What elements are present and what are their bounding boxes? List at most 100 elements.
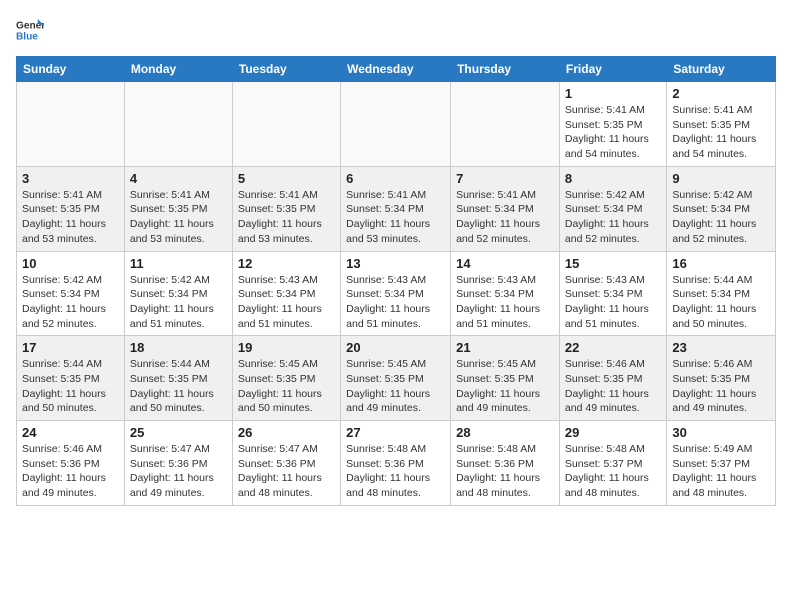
week-row-5: 24 Sunrise: 5:46 AMSunset: 5:36 PMDayligh… (17, 421, 776, 506)
day-number: 25 (130, 425, 227, 440)
day-number: 1 (565, 86, 661, 101)
weekday-header-monday: Monday (124, 57, 232, 82)
day-info: Sunrise: 5:41 AMSunset: 5:34 PMDaylight:… (456, 188, 554, 247)
calendar-cell: 12 Sunrise: 5:43 AMSunset: 5:34 PMDayligh… (232, 251, 340, 336)
day-number: 13 (346, 256, 445, 271)
day-number: 17 (22, 340, 119, 355)
day-info: Sunrise: 5:43 AMSunset: 5:34 PMDaylight:… (565, 273, 661, 332)
day-info: Sunrise: 5:43 AMSunset: 5:34 PMDaylight:… (238, 273, 335, 332)
day-number: 8 (565, 171, 661, 186)
day-info: Sunrise: 5:42 AMSunset: 5:34 PMDaylight:… (565, 188, 661, 247)
day-number: 12 (238, 256, 335, 271)
day-number: 22 (565, 340, 661, 355)
week-row-3: 10Sunrise: 5:42 AMSunset: 5:34 PMDayligh… (17, 251, 776, 336)
calendar-cell: 8 Sunrise: 5:42 AMSunset: 5:34 PMDaylight… (559, 166, 666, 251)
weekday-header-wednesday: Wednesday (341, 57, 451, 82)
calendar-cell: 10Sunrise: 5:42 AMSunset: 5:34 PMDayligh… (17, 251, 125, 336)
calendar-cell: 27 Sunrise: 5:48 AMSunset: 5:36 PMDayligh… (341, 421, 451, 506)
day-number: 5 (238, 171, 335, 186)
calendar-cell: 21 Sunrise: 5:45 AMSunset: 5:35 PMDayligh… (451, 336, 560, 421)
calendar-cell (124, 82, 232, 167)
day-info: Sunrise: 5:46 AMSunset: 5:36 PMDaylight:… (22, 442, 119, 501)
day-number: 15 (565, 256, 661, 271)
calendar-cell (341, 82, 451, 167)
calendar-cell (232, 82, 340, 167)
calendar-cell: 4 Sunrise: 5:41 AMSunset: 5:35 PMDaylight… (124, 166, 232, 251)
day-number: 30 (672, 425, 770, 440)
day-number: 28 (456, 425, 554, 440)
day-info: Sunrise: 5:43 AMSunset: 5:34 PMDaylight:… (456, 273, 554, 332)
day-number: 11 (130, 256, 227, 271)
calendar-cell: 14 Sunrise: 5:43 AMSunset: 5:34 PMDayligh… (451, 251, 560, 336)
day-info: Sunrise: 5:45 AMSunset: 5:35 PMDaylight:… (346, 357, 445, 416)
calendar-cell: 9 Sunrise: 5:42 AMSunset: 5:34 PMDaylight… (667, 166, 776, 251)
day-info: Sunrise: 5:44 AMSunset: 5:35 PMDaylight:… (22, 357, 119, 416)
day-info: Sunrise: 5:48 AMSunset: 5:36 PMDaylight:… (346, 442, 445, 501)
calendar-cell: 16Sunrise: 5:44 AMSunset: 5:34 PMDayligh… (667, 251, 776, 336)
day-number: 4 (130, 171, 227, 186)
svg-text:Blue: Blue (16, 31, 38, 42)
day-number: 3 (22, 171, 119, 186)
logo: General Blue (16, 16, 44, 44)
day-info: Sunrise: 5:41 AMSunset: 5:35 PMDaylight:… (672, 103, 770, 162)
calendar-cell: 1Sunrise: 5:41 AMSunset: 5:35 PMDaylight… (559, 82, 666, 167)
weekday-header-sunday: Sunday (17, 57, 125, 82)
day-number: 21 (456, 340, 554, 355)
weekday-header-thursday: Thursday (451, 57, 560, 82)
calendar-cell: 22 Sunrise: 5:46 AMSunset: 5:35 PMDayligh… (559, 336, 666, 421)
day-info: Sunrise: 5:48 AMSunset: 5:36 PMDaylight:… (456, 442, 554, 501)
calendar-cell: 2 Sunrise: 5:41 AMSunset: 5:35 PMDaylight… (667, 82, 776, 167)
calendar-cell: 28 Sunrise: 5:48 AMSunset: 5:36 PMDayligh… (451, 421, 560, 506)
week-row-4: 17 Sunrise: 5:44 AMSunset: 5:35 PMDayligh… (17, 336, 776, 421)
calendar-cell: 7Sunrise: 5:41 AMSunset: 5:34 PMDaylight… (451, 166, 560, 251)
calendar-cell: 6Sunrise: 5:41 AMSunset: 5:34 PMDaylight… (341, 166, 451, 251)
calendar-cell: 25 Sunrise: 5:47 AMSunset: 5:36 PMDayligh… (124, 421, 232, 506)
day-number: 26 (238, 425, 335, 440)
day-info: Sunrise: 5:42 AMSunset: 5:34 PMDaylight:… (672, 188, 770, 247)
calendar-cell: 11 Sunrise: 5:42 AMSunset: 5:34 PMDayligh… (124, 251, 232, 336)
calendar-cell: 15 Sunrise: 5:43 AMSunset: 5:34 PMDayligh… (559, 251, 666, 336)
day-number: 27 (346, 425, 445, 440)
day-info: Sunrise: 5:42 AMSunset: 5:34 PMDaylight:… (130, 273, 227, 332)
day-info: Sunrise: 5:47 AMSunset: 5:36 PMDaylight:… (238, 442, 335, 501)
day-number: 19 (238, 340, 335, 355)
page-header: General Blue (16, 16, 776, 44)
day-info: Sunrise: 5:41 AMSunset: 5:35 PMDaylight:… (130, 188, 227, 247)
day-number: 18 (130, 340, 227, 355)
logo-icon: General Blue (16, 16, 44, 44)
day-info: Sunrise: 5:48 AMSunset: 5:37 PMDaylight:… (565, 442, 661, 501)
weekday-header-tuesday: Tuesday (232, 57, 340, 82)
calendar-cell: 17 Sunrise: 5:44 AMSunset: 5:35 PMDayligh… (17, 336, 125, 421)
day-info: Sunrise: 5:41 AMSunset: 5:35 PMDaylight:… (238, 188, 335, 247)
day-info: Sunrise: 5:47 AMSunset: 5:36 PMDaylight:… (130, 442, 227, 501)
day-info: Sunrise: 5:46 AMSunset: 5:35 PMDaylight:… (672, 357, 770, 416)
day-number: 24 (22, 425, 119, 440)
calendar-cell: 19 Sunrise: 5:45 AMSunset: 5:35 PMDayligh… (232, 336, 340, 421)
day-number: 9 (672, 171, 770, 186)
day-info: Sunrise: 5:49 AMSunset: 5:37 PMDaylight:… (672, 442, 770, 501)
day-info: Sunrise: 5:41 AMSunset: 5:35 PMDaylight:… (22, 188, 119, 247)
day-info: Sunrise: 5:45 AMSunset: 5:35 PMDaylight:… (456, 357, 554, 416)
calendar-cell (17, 82, 125, 167)
day-number: 29 (565, 425, 661, 440)
calendar-cell: 3 Sunrise: 5:41 AMSunset: 5:35 PMDaylight… (17, 166, 125, 251)
week-row-2: 3 Sunrise: 5:41 AMSunset: 5:35 PMDaylight… (17, 166, 776, 251)
day-number: 2 (672, 86, 770, 101)
day-number: 23 (672, 340, 770, 355)
day-number: 14 (456, 256, 554, 271)
week-row-1: 1 Sunrise: 5:41 AMSunset: 5:35 PMDaylight… (17, 82, 776, 167)
calendar-cell: 5 Sunrise: 5:41 AMSunset: 5:35 PMDaylight… (232, 166, 340, 251)
day-info: Sunrise: 5:41 AMSunset: 5:34 PMDaylight:… (346, 188, 445, 247)
calendar-cell (451, 82, 560, 167)
calendar-cell: 29 Sunrise: 5:48 AMSunset: 5:37 PMDayligh… (559, 421, 666, 506)
day-info: Sunrise: 5:46 AMSunset: 5:35 PMDaylight:… (565, 357, 661, 416)
day-info: Sunrise: 5:45 AMSunset: 5:35 PMDaylight:… (238, 357, 335, 416)
calendar-table: SundayMondayTuesdayWednesdayThursdayFrid… (16, 56, 776, 506)
calendar-cell: 30 Sunrise: 5:49 AMSunset: 5:37 PMDayligh… (667, 421, 776, 506)
calendar-cell: 20Sunrise: 5:45 AMSunset: 5:35 PMDayligh… (341, 336, 451, 421)
calendar-cell: 24 Sunrise: 5:46 AMSunset: 5:36 PMDayligh… (17, 421, 125, 506)
calendar-cell: 13Sunrise: 5:43 AMSunset: 5:34 PMDayligh… (341, 251, 451, 336)
day-info: Sunrise: 5:44 AMSunset: 5:35 PMDaylight:… (130, 357, 227, 416)
calendar-cell: 26 Sunrise: 5:47 AMSunset: 5:36 PMDayligh… (232, 421, 340, 506)
day-number: 16 (672, 256, 770, 271)
